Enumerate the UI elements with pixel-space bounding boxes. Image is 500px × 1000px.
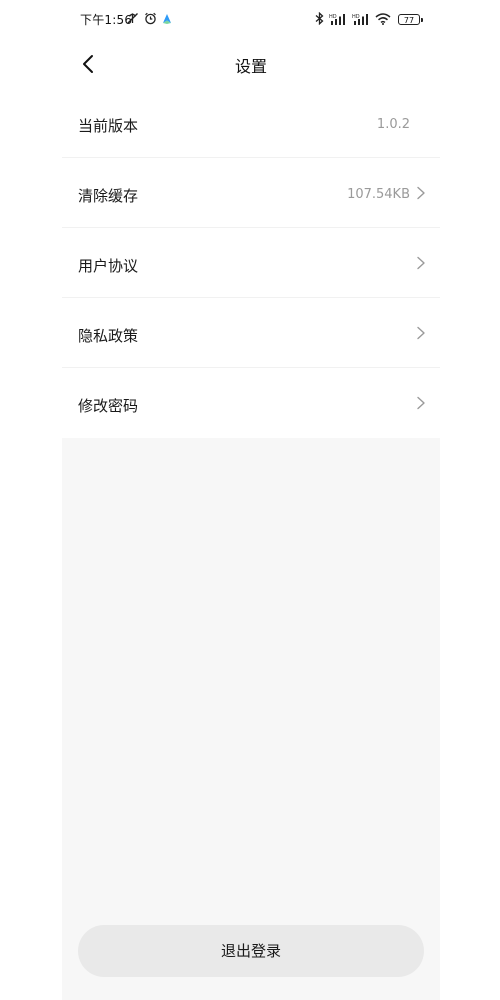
settings-item-version: 当前版本 1.0.2 xyxy=(62,88,440,158)
settings-item-clear-cache[interactable]: 清除缓存 107.54KB xyxy=(62,158,440,228)
chevron-right-icon xyxy=(417,256,425,270)
settings-item-change-password[interactable]: 修改密码 xyxy=(62,368,440,438)
wifi-icon xyxy=(375,10,391,29)
settings-item-label: 用户协议 xyxy=(78,257,139,275)
version-value: 1.0.2 xyxy=(376,117,410,132)
header: 设置 xyxy=(62,40,440,88)
bluetooth-icon xyxy=(315,10,324,29)
status-right-icons: HD HD 77 xyxy=(315,10,423,29)
status-bar: 下午1:56 HD HD 77 xyxy=(62,0,440,40)
battery-icon: 77 xyxy=(398,14,423,25)
app-notification-icon xyxy=(162,10,172,29)
chevron-right-icon xyxy=(417,396,425,410)
settings-item-label: 当前版本 xyxy=(78,117,139,135)
page-title: 设置 xyxy=(234,57,267,76)
chevron-right-icon xyxy=(417,186,425,200)
settings-item-privacy-policy[interactable]: 隐私政策 xyxy=(62,298,440,368)
settings-item-label: 清除缓存 xyxy=(78,187,139,205)
settings-item-label: 隐私政策 xyxy=(78,327,139,345)
status-time: 下午1:56 xyxy=(80,13,133,27)
logout-button[interactable]: 退出登录 xyxy=(78,925,424,977)
signal-hd-2-icon: HD xyxy=(352,10,370,29)
status-left-icons xyxy=(126,10,172,29)
settings-item-label: 修改密码 xyxy=(78,397,139,415)
signal-hd-1-icon: HD xyxy=(329,10,347,29)
settings-screen: 下午1:56 HD HD 77 设置 当前版本 1.0.2 清除缓存 107.5… xyxy=(62,0,440,1000)
mute-icon xyxy=(126,10,139,29)
cache-size-value: 107.54KB xyxy=(347,187,410,202)
alarm-icon xyxy=(144,10,157,29)
settings-item-user-agreement[interactable]: 用户协议 xyxy=(62,228,440,298)
settings-list: 当前版本 1.0.2 清除缓存 107.54KB 用户协议 隐私政策 修改密码 xyxy=(62,88,440,438)
chevron-right-icon xyxy=(417,326,425,340)
